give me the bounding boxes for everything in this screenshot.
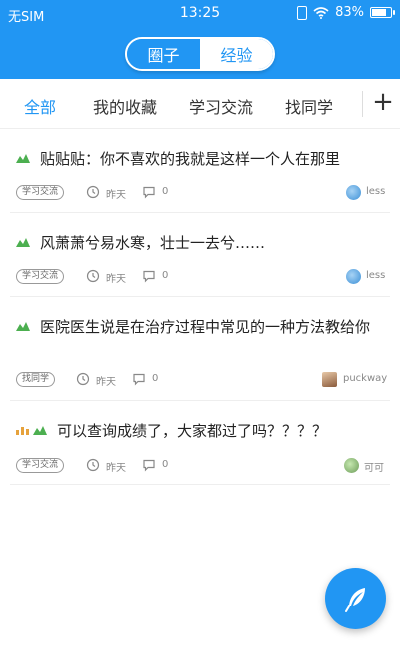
post-meta: 找同学 昨天 0 puckway [16,372,387,390]
tab-my-favorites[interactable]: 我的收藏 [93,94,157,118]
comment-icon [133,373,145,386]
vibrate-icon [297,5,308,20]
tab-all[interactable]: 全部 [24,94,56,118]
tab-study-exchange[interactable]: 学习交流 [189,94,253,118]
comment-count: 0 [162,270,169,281]
post-tag[interactable]: 学习交流 [16,185,65,200]
segment-circle[interactable]: 圈子 [127,39,200,69]
comment-icon [143,270,155,283]
post-tag[interactable]: 找同学 [16,372,56,387]
comment-count: 0 [162,186,169,197]
comment-count: 0 [162,459,169,470]
post-time: 昨天 [106,463,126,474]
post-meta: 学习交流 昨天 0 less [16,269,385,287]
clock-icon [86,458,100,472]
category-tabs: 全部 我的收藏 学习交流 找同学 + [0,79,400,129]
feather-icon [344,587,365,612]
list-item[interactable]: 可以查询成绩了，大家都过了吗？？？？ 学习交流 昨天 0 可可 [10,401,390,485]
comment-count: 0 [152,373,159,384]
clock-icon [76,372,90,386]
status-icons: 83% [297,5,395,20]
add-tab-button[interactable]: + [372,87,394,117]
post-title[interactable]: 贴贴贴：你不喜欢的我就是这样一个人在那里 [16,148,384,170]
post-meta: 学习交流 昨天 0 less [16,185,385,203]
segment-experience[interactable]: 经验 [200,39,273,69]
compose-button[interactable] [325,568,386,629]
list-item[interactable]: 风萧萧兮易水寒，壮士一去兮…… 学习交流 昨天 0 less [10,213,390,297]
bar-chart-icon [16,427,29,435]
comment-icon [143,186,155,199]
avatar[interactable] [344,458,359,473]
tab-find-classmates[interactable]: 找同学 [285,94,333,118]
post-meta: 学习交流 昨天 0 可可 [16,458,384,476]
hot-icon [33,426,47,435]
avatar[interactable] [346,185,361,200]
comment-icon [143,459,155,472]
segmented-control: 圈子 经验 [125,37,275,71]
list-item[interactable]: 医院医生说是在治疗过程中常见的一种方法教给你 找同学 昨天 0 puckway [10,297,390,401]
hot-icon [16,322,30,331]
avatar[interactable] [346,269,361,284]
post-title-text: 贴贴贴：你不喜欢的我就是这样一个人在那里 [40,150,341,168]
battery-percent: 83% [335,5,364,20]
post-time: 昨天 [106,190,126,201]
status-bar: 无SIM 13:25 83% [0,0,400,28]
battery-icon [370,7,395,18]
author-name[interactable]: 可可 [364,459,384,474]
post-time: 昨天 [106,274,126,285]
post-tag[interactable]: 学习交流 [16,269,65,284]
post-title[interactable]: 风萧萧兮易水寒，壮士一去兮…… [16,232,384,254]
list-item[interactable]: 贴贴贴：你不喜欢的我就是这样一个人在那里 学习交流 昨天 0 less [10,129,390,213]
post-title-text: 风萧萧兮易水寒，壮士一去兮…… [40,234,266,252]
post-title-text: 医院医生说是在治疗过程中常见的一种方法教给你 [40,318,371,336]
post-title[interactable]: 医院医生说是在治疗过程中常见的一种方法教给你 [16,316,384,338]
post-time: 昨天 [96,377,116,388]
wifi-icon [313,6,329,19]
author-name[interactable]: less [366,270,385,281]
post-title[interactable]: 可以查询成绩了，大家都过了吗？？？？ [16,420,384,442]
hot-icon [16,154,30,163]
clock-icon [86,269,100,283]
avatar[interactable] [322,372,337,387]
author-name[interactable]: puckway [343,373,387,384]
tabs-divider [362,91,363,117]
post-tag[interactable]: 学习交流 [16,458,65,473]
clock-icon [86,185,100,199]
hot-icon [16,238,30,247]
author-name[interactable]: less [366,186,385,197]
app-header: 无SIM 13:25 83% 圈子 经验 [0,0,400,79]
post-title-text: 可以查询成绩了，大家都过了吗？？？？ [57,422,328,440]
